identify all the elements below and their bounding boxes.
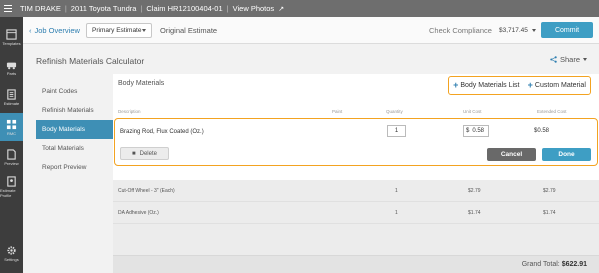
row-quantity: 1 [395,210,398,216]
share-icon [550,56,557,63]
calculator-icon [6,119,17,129]
nav-item-paint-codes[interactable]: Paint Codes [36,82,113,101]
check-compliance-link[interactable]: Check Compliance [429,26,492,35]
commit-button[interactable]: Commit [541,22,593,38]
custom-material-button[interactable]: + Custom Material [528,81,586,90]
add-material-actions: + Body Materials List + Custom Material [448,76,591,95]
sidebar-label: Preview [4,160,19,166]
share-label: Share [560,55,581,64]
edit-material-row: Brazing Rod, Flux Coated (Oz.) 1 $ 0.58 … [114,118,598,166]
nav-item-body-materials[interactable]: Body Materials [36,120,113,139]
estimate-select-value: Primary Estimate [92,26,142,34]
calculator-nav: Paint Codes Refinish Materials Body Mate… [36,82,113,177]
sidebar-label: Estimate [3,100,20,106]
grand-total: Grand Total: $622.91 [522,261,587,268]
chevron-down-icon [531,29,536,32]
body-materials-list-label: Body Materials List [460,82,520,89]
job-overview-label: Job Overview [34,25,80,35]
estimate-total-dropdown[interactable]: $3,717.45 [499,27,536,34]
vehicle-name[interactable]: 2011 Toyota Tundra [67,4,141,13]
estimate-name: Original Estimate [160,25,218,35]
top-bar: TIM DRAKE | 2011 Toyota Tundra | Claim H… [0,0,599,17]
left-sidebar: Templates Parts Estimate RMC Preview Est… [0,17,23,273]
materials-table: Cut-Off Wheel - 3" (Each) 1 $2.79 $2.79 … [113,180,599,255]
row-extended-cost: $2.79 [543,188,556,194]
cancel-button[interactable]: Cancel [487,148,536,161]
calculator-panel: Refinish Materials Calculator Share Pain… [23,44,599,273]
gear-icon [7,245,16,255]
sidebar-label: Templates [2,40,21,46]
done-button[interactable]: Done [542,148,591,161]
view-photos-link[interactable]: View Photos ↗ [229,4,289,13]
nav-item-refinish-materials[interactable]: Refinish Materials [36,101,113,120]
row-quantity: 1 [395,188,398,194]
delete-button[interactable]: ■ Delete [120,147,169,160]
grand-total-label: Grand Total: [521,261,560,268]
external-link-icon: ↗ [278,6,285,13]
page-title: Refinish Materials Calculator [36,56,145,66]
estimate-select[interactable]: Primary Estimate [86,22,152,38]
material-description: Brazing Rod, Flux Coated (Oz.) [120,129,204,135]
currency-symbol: $ [466,128,470,134]
sidebar-label: Settings [4,256,19,262]
body-materials-list-button[interactable]: + Body Materials List [453,81,519,90]
column-header-paint: Paint [332,109,343,114]
table-row[interactable]: Cut-Off Wheel - 3" (Each) 1 $2.79 $2.79 [113,180,599,202]
row-description: DA Adhesive (Oz.) [118,210,159,216]
templates-icon [6,28,17,40]
sidebar-item-rmc[interactable]: RMC [0,113,23,141]
chevron-left-icon: ‹ [29,25,32,35]
sidebar-item-preview[interactable]: Preview [0,143,23,171]
estimate-total: $3,717.45 [499,27,528,34]
custom-material-label: Custom Material [534,82,586,89]
owner-name[interactable]: TIM DRAKE [16,4,65,13]
nav-item-total-materials[interactable]: Total Materials [36,139,113,158]
view-photos-label: View Photos [232,4,275,13]
preview-icon [7,148,16,160]
job-overview-link[interactable]: ‹ Job Overview [29,26,83,35]
menu-icon[interactable] [0,0,16,17]
claim-number[interactable]: Claim HR12100404-01 [142,4,226,13]
chevron-down-icon [583,58,588,61]
delete-label: Delete [139,150,157,157]
sidebar-item-settings[interactable]: Settings [0,239,23,267]
column-header-extended-cost: Extended Cost [537,109,567,114]
extended-cost: $0.58 [534,128,550,134]
sidebar-label: Estimate Profile [0,188,16,198]
sidebar-item-parts[interactable]: Parts [0,53,23,81]
table-row[interactable]: DA Adhesive (Oz.) 1 $1.74 $1.74 [113,202,599,224]
nav-item-report-preview[interactable]: Report Preview [36,158,113,177]
section-title: Body Materials [118,80,165,87]
row-extended-cost: $1.74 [543,210,556,216]
grand-total-value: $622.91 [561,261,587,268]
plus-icon: + [453,80,459,90]
column-header-description: Description [118,109,141,114]
quantity-input[interactable]: 1 [387,125,406,137]
sidebar-item-estimate[interactable]: Estimate [0,83,23,111]
row-description: Cut-Off Wheel - 3" (Each) [118,188,175,194]
column-header-unit-cost: Unit Cost [463,109,482,114]
plus-icon: + [527,80,533,90]
column-header-quantity: Quantity [386,109,403,114]
sidebar-item-templates[interactable]: Templates [0,23,23,51]
estimate-icon [7,88,16,100]
trash-icon: ■ [132,150,136,157]
unit-cost-input[interactable]: $ 0.58 [463,125,489,137]
share-button[interactable]: Share [550,55,588,64]
sidebar-label: RMC [6,130,17,136]
grand-total-bar: Grand Total: $622.91 [113,255,599,273]
row-unit-cost: $1.74 [468,210,481,216]
estimate-toolbar: ‹ Job Overview Primary Estimate Original… [23,17,599,44]
chevron-down-icon [142,28,146,32]
sidebar-item-estimate-profile[interactable]: Estimate Profile [0,173,23,201]
car-parts-icon [6,62,17,69]
sidebar-label: Parts [6,70,17,76]
unit-cost-value: 0.58 [472,128,485,134]
profile-icon [7,176,16,187]
row-unit-cost: $2.79 [468,188,481,194]
